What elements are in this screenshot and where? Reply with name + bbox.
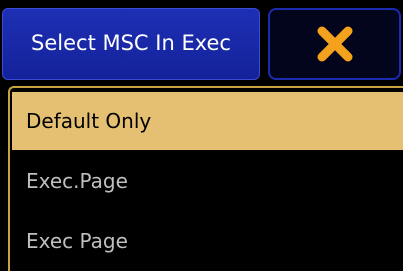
dialog-header: Select MSC In Exec <box>0 0 403 84</box>
option-list: Default Only Exec.Page Exec Page <box>8 86 403 271</box>
dialog-title-label: Select MSC In Exec <box>31 31 231 55</box>
option-exec-dot-page[interactable]: Exec.Page <box>12 152 403 210</box>
close-button[interactable] <box>268 8 401 80</box>
close-icon <box>317 26 352 62</box>
option-exec-page[interactable]: Exec Page <box>12 212 403 270</box>
option-label: Default Only <box>26 109 152 133</box>
dialog-title: Select MSC In Exec <box>2 8 260 80</box>
option-default-only[interactable]: Default Only <box>12 92 403 150</box>
option-label: Exec Page <box>26 229 128 253</box>
option-label: Exec.Page <box>26 169 128 193</box>
